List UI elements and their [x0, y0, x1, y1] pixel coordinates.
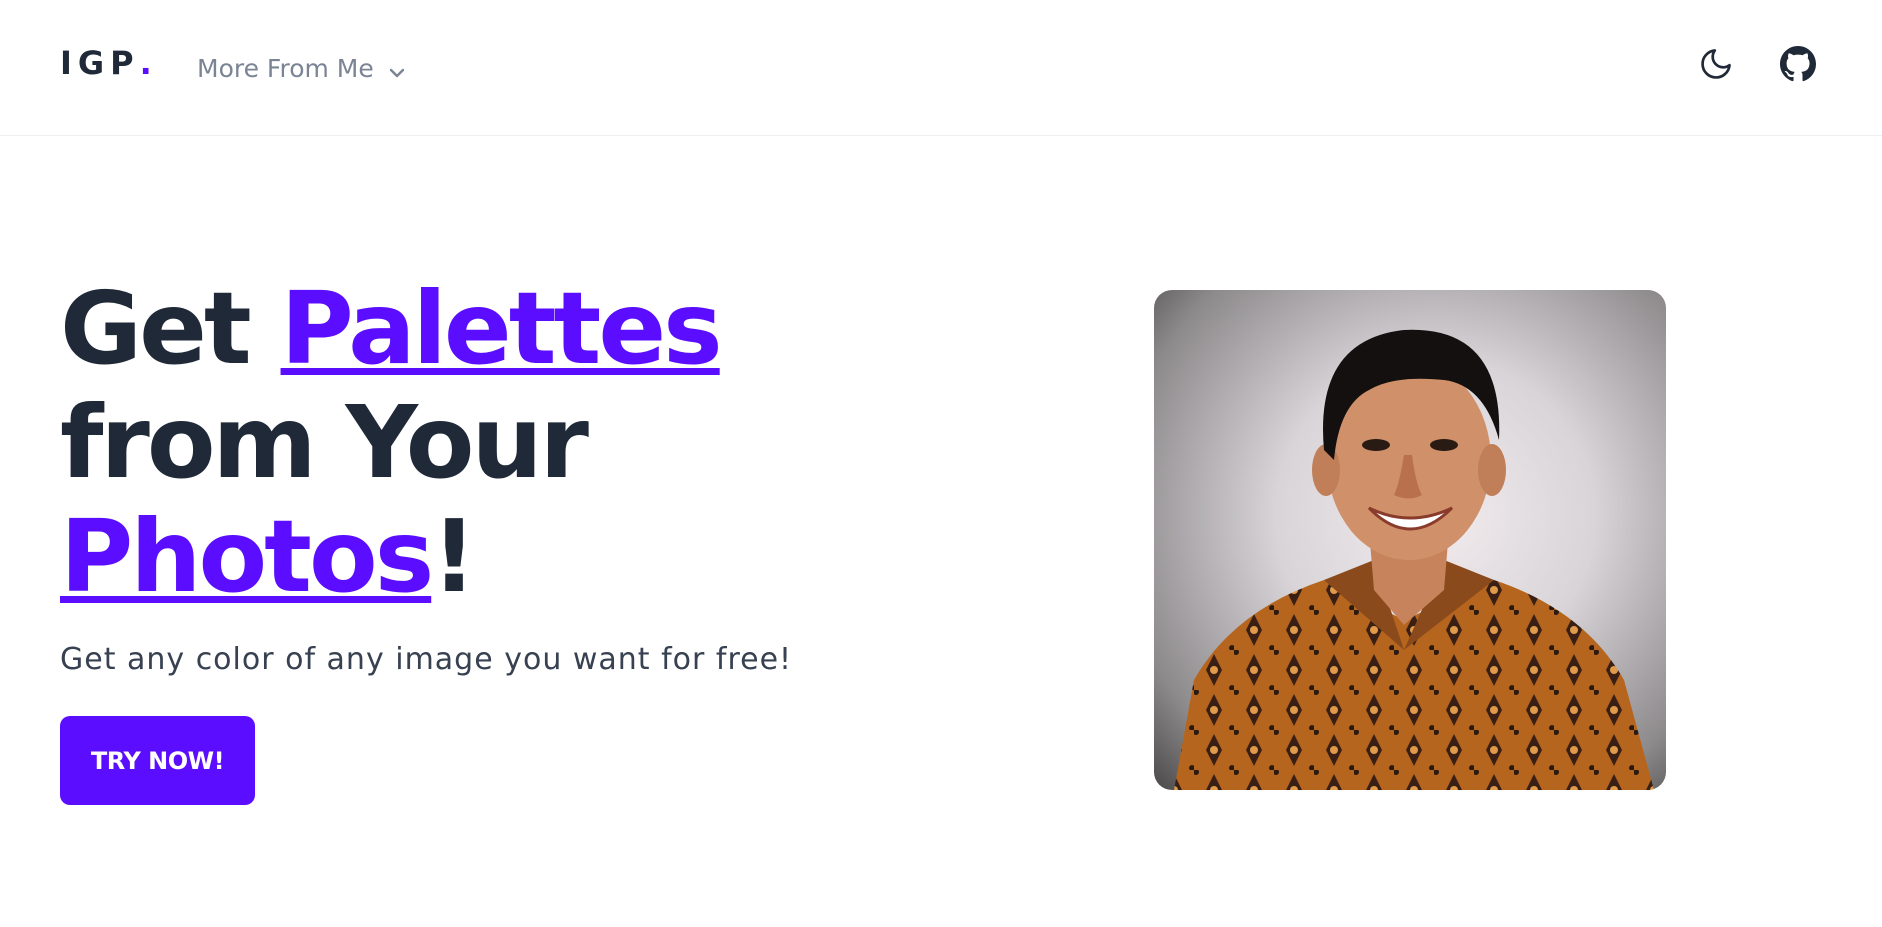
- logo-dot: .: [139, 44, 152, 82]
- logo-text: IGP: [60, 44, 140, 82]
- github-link[interactable]: [1778, 46, 1818, 86]
- github-icon: [1780, 46, 1816, 86]
- moon-icon: [1698, 46, 1734, 86]
- theme-toggle-button[interactable]: [1696, 46, 1736, 86]
- title-palettes: Palettes: [280, 270, 723, 387]
- menu-label: More From Me: [197, 53, 374, 83]
- title-get: Get: [60, 270, 252, 387]
- profile-photo: [1154, 290, 1666, 790]
- try-now-button[interactable]: TRY NOW!: [60, 716, 255, 805]
- more-from-me-dropdown[interactable]: More From Me: [197, 50, 406, 86]
- chevron-down-icon: [388, 59, 406, 78]
- hero-title: Get Palettes from Your Photos!: [60, 272, 820, 614]
- title-photos: Photos: [60, 498, 434, 615]
- site-logo[interactable]: IGP.: [60, 44, 152, 82]
- top-navbar: IGP. More From Me: [0, 0, 1882, 136]
- hero-subtitle: Get any color of any image you want for …: [60, 642, 793, 677]
- title-exclaim: !: [431, 498, 477, 615]
- title-from-your: from Your: [60, 384, 589, 501]
- portrait-illustration: [1174, 329, 1654, 790]
